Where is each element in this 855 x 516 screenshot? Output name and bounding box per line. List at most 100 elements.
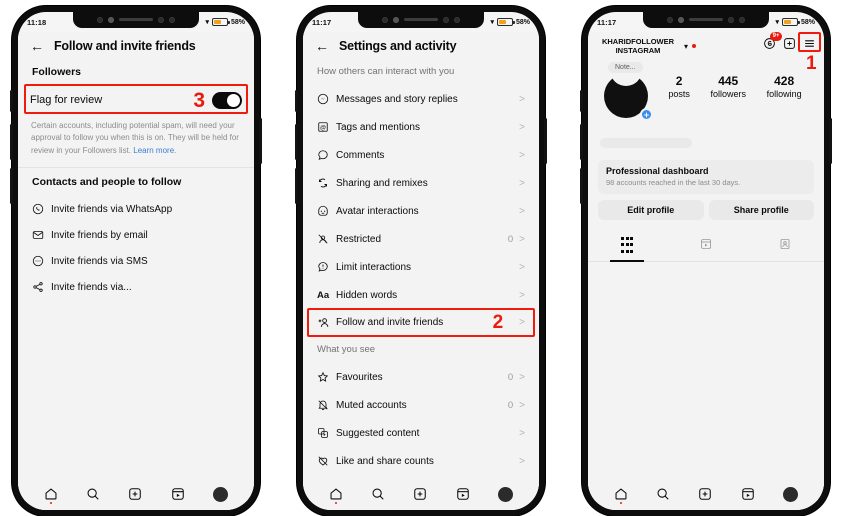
back-arrow-icon[interactable]: ←: [30, 39, 48, 53]
sidebar-item-messages[interactable]: Messages and story replies >: [303, 85, 539, 113]
learn-more-link[interactable]: Learn more: [133, 146, 174, 155]
star-icon: [317, 371, 336, 383]
app-profile: KHARIDFOLLOWER INSTAGRAM ▾ 9+ 1 Note... …: [588, 32, 824, 510]
reels-tab-icon: [700, 237, 712, 255]
list-item[interactable]: Invite friends via WhatsApp: [18, 196, 254, 222]
hamburger-menu-icon[interactable]: [803, 37, 816, 54]
tab-reels[interactable]: [667, 232, 746, 261]
list-item-label: Invite friends via WhatsApp: [51, 203, 173, 215]
profile-avatar-block[interactable]: Note... +: [600, 61, 658, 122]
phone-volume-up-button: [10, 124, 13, 160]
sidebar-item-limit[interactable]: Limit interactions >: [303, 253, 539, 281]
account-switcher[interactable]: KHARIDFOLLOWER INSTAGRAM: [596, 37, 680, 56]
sidebar-item-sharing[interactable]: Sharing and remixes >: [303, 169, 539, 197]
share-profile-button[interactable]: Share profile: [708, 199, 814, 220]
home-icon[interactable]: [44, 487, 58, 501]
stat-following[interactable]: 428 following: [767, 74, 802, 99]
stat-followers[interactable]: 445 followers: [710, 74, 746, 99]
app-body: KHARIDFOLLOWER INSTAGRAM ▾ 9+ 1 Note... …: [588, 32, 824, 480]
reels-icon[interactable]: [741, 487, 755, 501]
battery-icon: [211, 18, 230, 26]
suggested-content-icon: [317, 427, 336, 439]
create-plus-icon[interactable]: [783, 37, 796, 55]
sidebar-item-follow-invite-friends[interactable]: Follow and invite friends 2 >: [303, 309, 539, 336]
flag-for-review-toggle[interactable]: [212, 91, 242, 109]
phone-side-button: [295, 90, 298, 112]
battery-icon: [781, 18, 800, 26]
phone-volume-up-button: [580, 124, 583, 160]
camera-icon: [739, 16, 745, 23]
app-follow-invite: ← Follow and invite friends Followers Fl…: [18, 32, 254, 510]
phone-slot-2: 11:17 ▾ 58% ← Settings and activity How …: [285, 0, 570, 516]
earpiece-speaker: [404, 18, 438, 21]
status-indicators: ▾ 58%: [490, 18, 530, 26]
list-item[interactable]: Invite friends via SMS: [18, 248, 254, 274]
tab-grid-posts[interactable]: [588, 232, 667, 261]
reels-icon[interactable]: [456, 487, 470, 501]
create-icon[interactable]: [698, 487, 712, 501]
section-divider: [18, 167, 254, 169]
add-story-plus-icon[interactable]: +: [640, 107, 653, 121]
sidebar-item-favourites[interactable]: Favourites 0 >: [303, 363, 539, 391]
email-icon: [32, 229, 51, 241]
stat-posts[interactable]: 2 posts: [668, 74, 690, 99]
stat-label: posts: [668, 88, 690, 99]
tab-tagged[interactable]: [745, 232, 824, 261]
back-arrow-icon[interactable]: ←: [315, 39, 333, 53]
home-icon[interactable]: [614, 487, 628, 501]
phone-power-button: [544, 118, 547, 164]
profile-avatar-icon[interactable]: [497, 486, 513, 502]
status-indicators: ▾ 58%: [775, 18, 815, 26]
profile-avatar-icon[interactable]: [212, 486, 228, 502]
list-item-count: 0: [507, 233, 514, 245]
reels-icon[interactable]: [171, 487, 185, 501]
sidebar-item-muted-accounts[interactable]: Muted accounts 0 >: [303, 391, 539, 419]
stat-value: 428: [774, 73, 795, 88]
sidebar-item-hidden-words[interactable]: Aa Hidden words >: [303, 281, 539, 309]
helper-text-suffix: .: [174, 145, 177, 155]
status-bar: 11:17 ▾ 58%: [303, 12, 539, 32]
profile-avatar-icon[interactable]: [782, 486, 798, 502]
camera-icon: [443, 16, 449, 23]
sidebar-item-avatar[interactable]: Avatar interactions >: [303, 197, 539, 225]
sidebar-item-comments[interactable]: Comments >: [303, 141, 539, 169]
sidebar-item-like-share-counts[interactable]: Like and share counts >: [303, 447, 539, 475]
search-icon[interactable]: [656, 487, 670, 501]
annotation-number-3: 3: [193, 88, 205, 112]
create-icon[interactable]: [128, 487, 142, 501]
professional-dashboard-card[interactable]: Professional dashboard 98 accounts reach…: [598, 159, 814, 194]
chevron-right-icon: >: [519, 371, 525, 383]
profile-stats-row: Note... + 2 posts 445 followers 428 foll…: [588, 60, 824, 122]
sidebar-item-suggested-content[interactable]: Suggested content >: [303, 419, 539, 447]
grid-posts-icon: [621, 236, 634, 255]
sidebar-item-restricted[interactable]: Restricted 0 >: [303, 225, 539, 253]
search-icon[interactable]: [86, 487, 100, 501]
threads-icon[interactable]: 9+: [763, 32, 782, 55]
search-icon[interactable]: [371, 487, 385, 501]
app-settings: ← Settings and activity How others can i…: [303, 32, 539, 510]
create-icon[interactable]: [413, 487, 427, 501]
note-bubble[interactable]: Note...: [608, 61, 643, 73]
edit-profile-button[interactable]: Edit profile: [598, 199, 704, 220]
chevron-down-icon[interactable]: ▾: [684, 42, 688, 51]
username-line-2: INSTAGRAM: [615, 46, 661, 56]
earpiece-speaker: [119, 18, 153, 21]
sidebar-item-tags[interactable]: @ Tags and mentions >: [303, 113, 539, 141]
camera-icon: [382, 16, 388, 23]
status-indicators: ▾ 58%: [205, 18, 245, 26]
list-item-label: Invite friends via...: [51, 281, 132, 293]
list-item[interactable]: Invite friends via...: [18, 274, 254, 300]
section-see-label: What you see: [317, 344, 376, 355]
list-item-label: Invite friends by email: [51, 229, 148, 241]
flag-for-review-row[interactable]: Flag for review 3: [18, 86, 254, 114]
hidden-words-icon: Aa: [317, 289, 330, 301]
chevron-right-icon: >: [519, 233, 525, 245]
app-body: ← Settings and activity How others can i…: [303, 32, 539, 480]
bottom-tab-bar: [18, 480, 254, 510]
avatar: [497, 486, 513, 502]
list-item[interactable]: Invite friends by email: [18, 222, 254, 248]
phone-volume-up-button: [295, 124, 298, 160]
chevron-right-icon: >: [519, 205, 525, 217]
home-icon[interactable]: [329, 487, 343, 501]
list-item-label: Hidden words: [336, 289, 398, 301]
